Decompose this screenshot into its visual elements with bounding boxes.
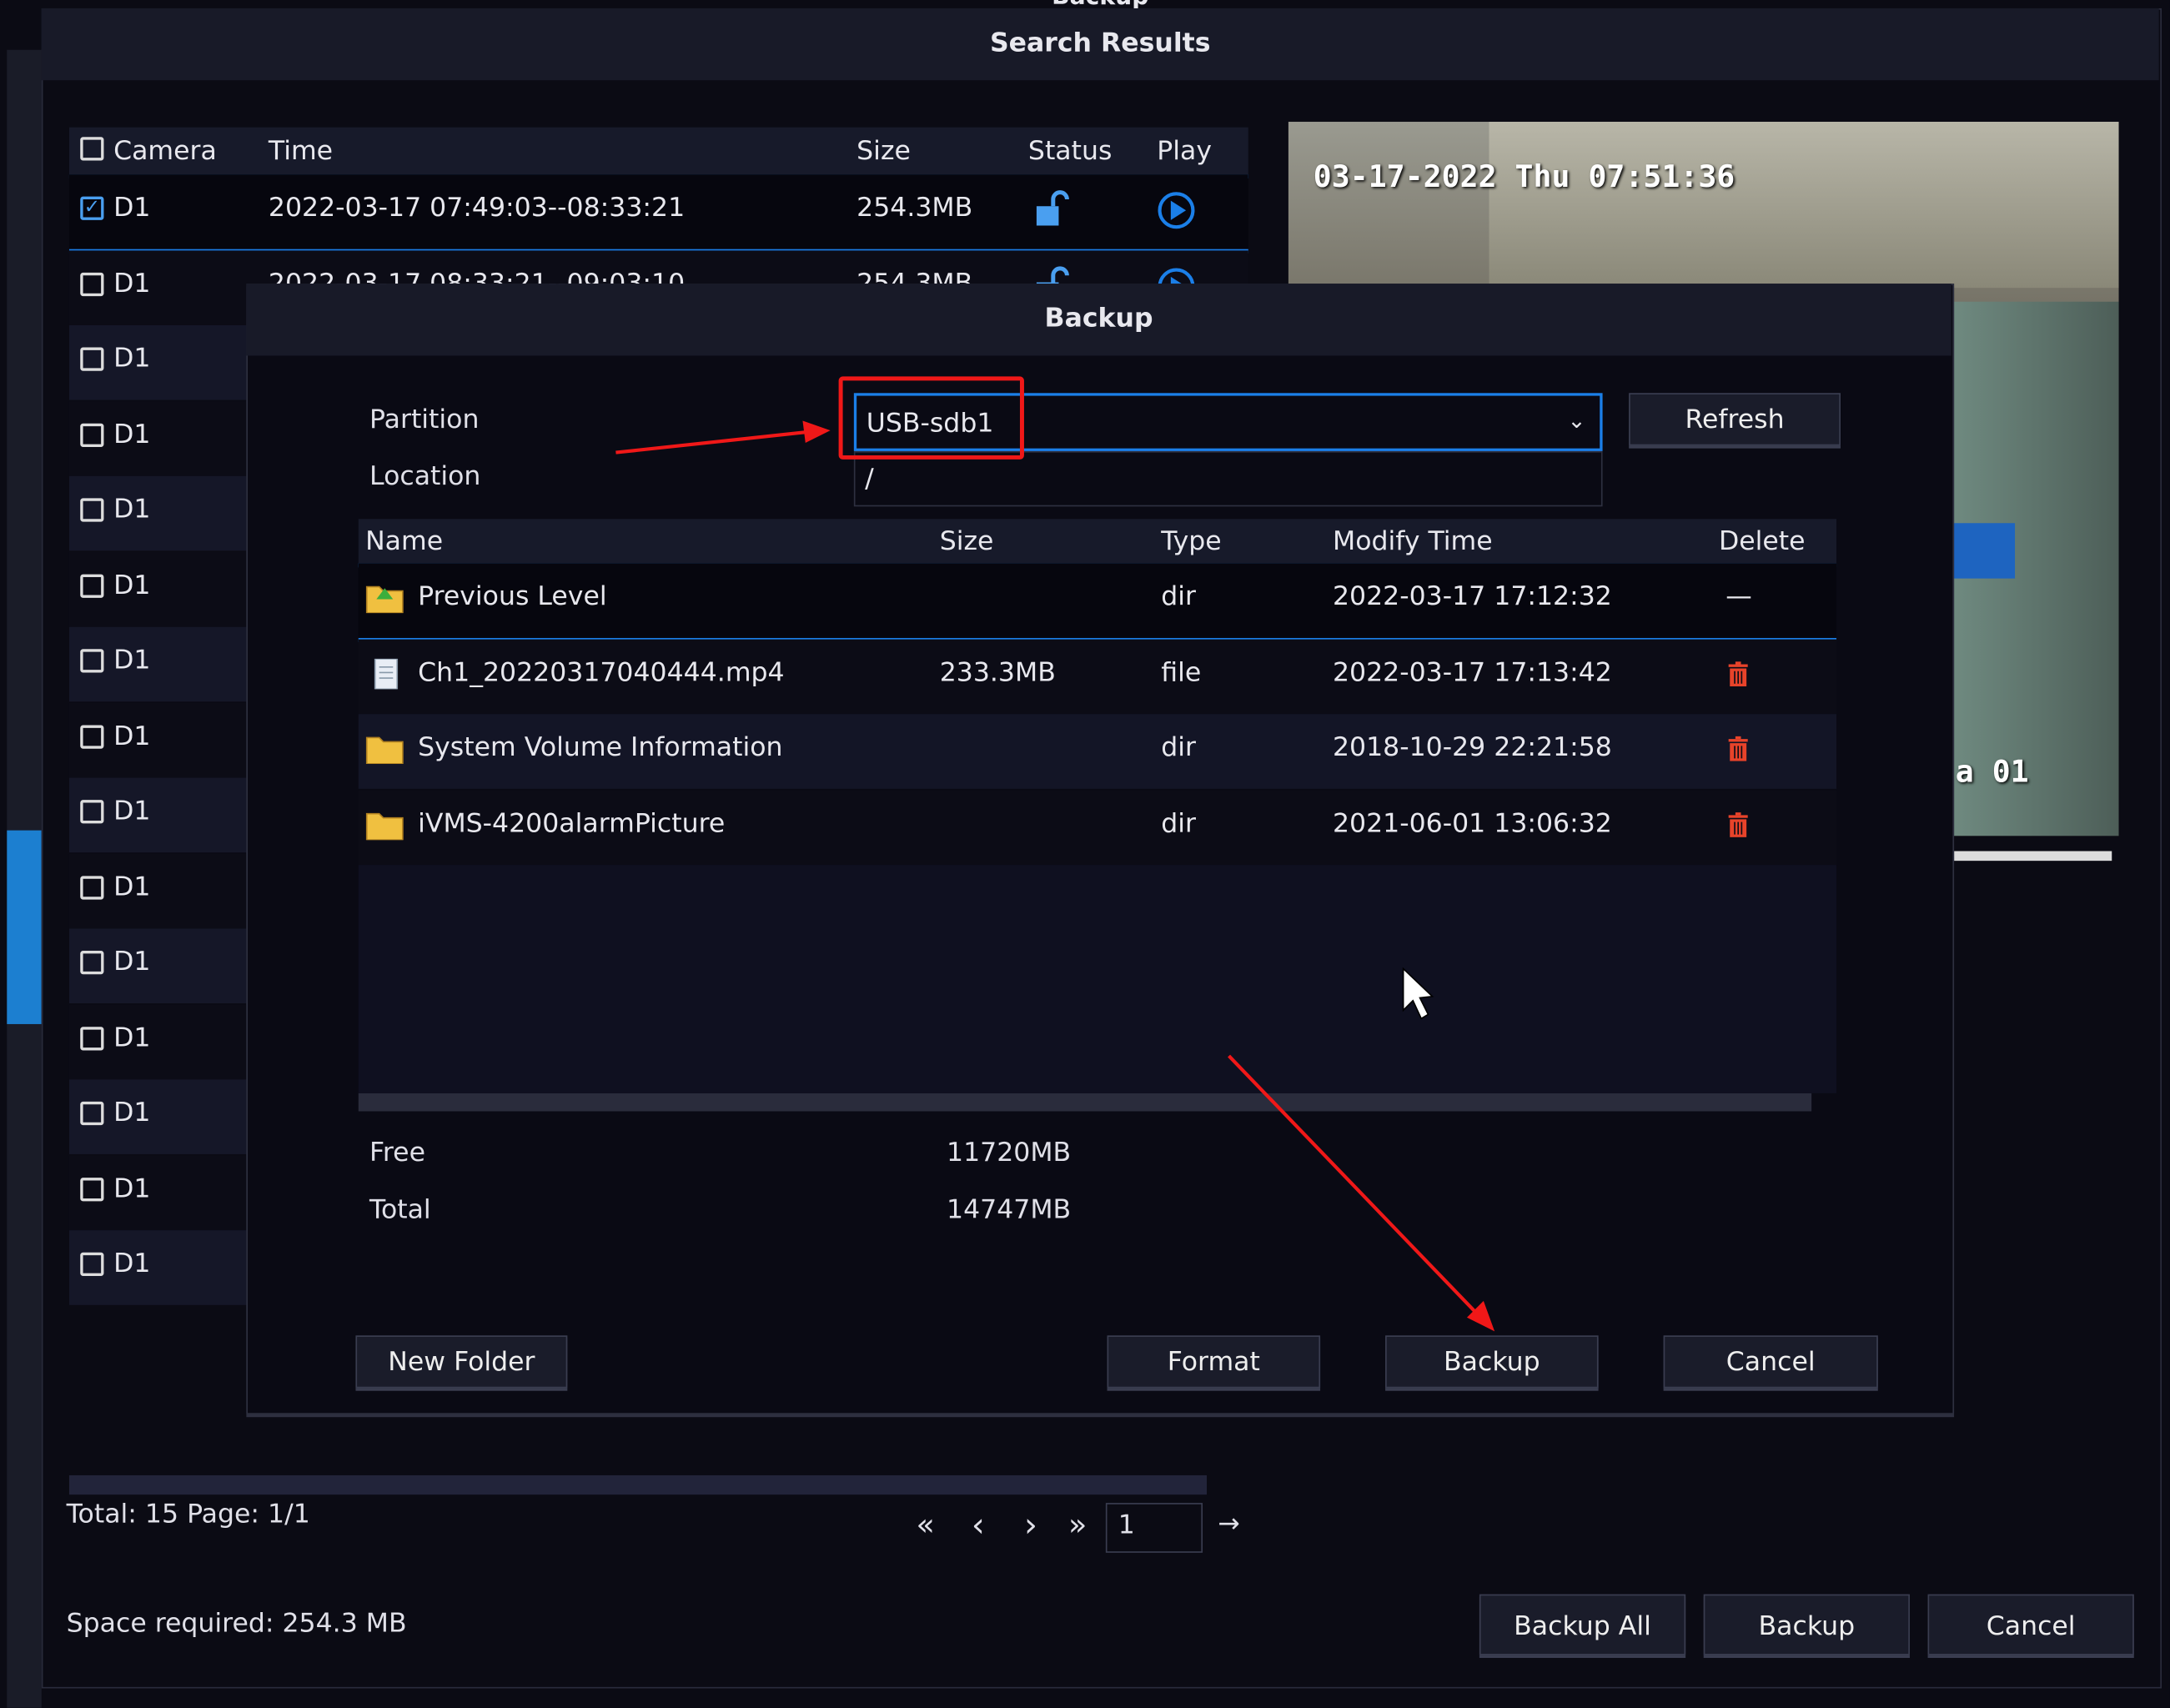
arrow-to-backup <box>1228 1054 1479 1316</box>
screen: Backup Search Results Camera Time Size S… <box>0 0 2170 1708</box>
annotation-arrows <box>615 420 1495 1332</box>
arrowhead-partition <box>802 420 831 444</box>
mouse-cursor-icon <box>1402 967 1434 1020</box>
arrow-to-partition <box>615 430 810 455</box>
